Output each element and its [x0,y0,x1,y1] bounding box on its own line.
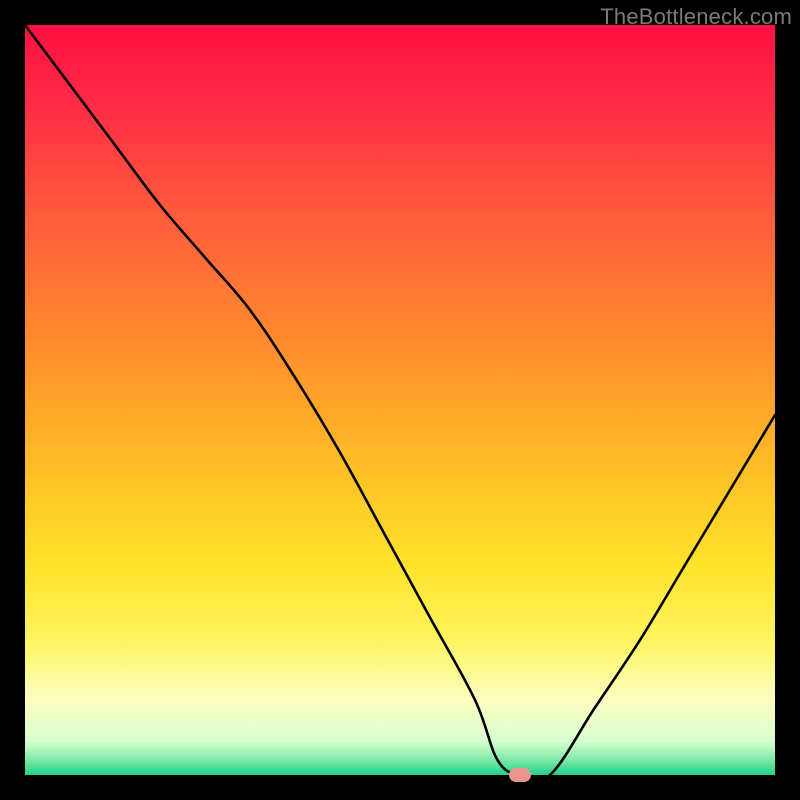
plot-area [25,25,775,775]
watermark-label: TheBottleneck.com [600,4,792,30]
bottleneck-curve [25,25,775,775]
chart-frame: TheBottleneck.com [0,0,800,800]
optimal-marker [509,768,531,782]
